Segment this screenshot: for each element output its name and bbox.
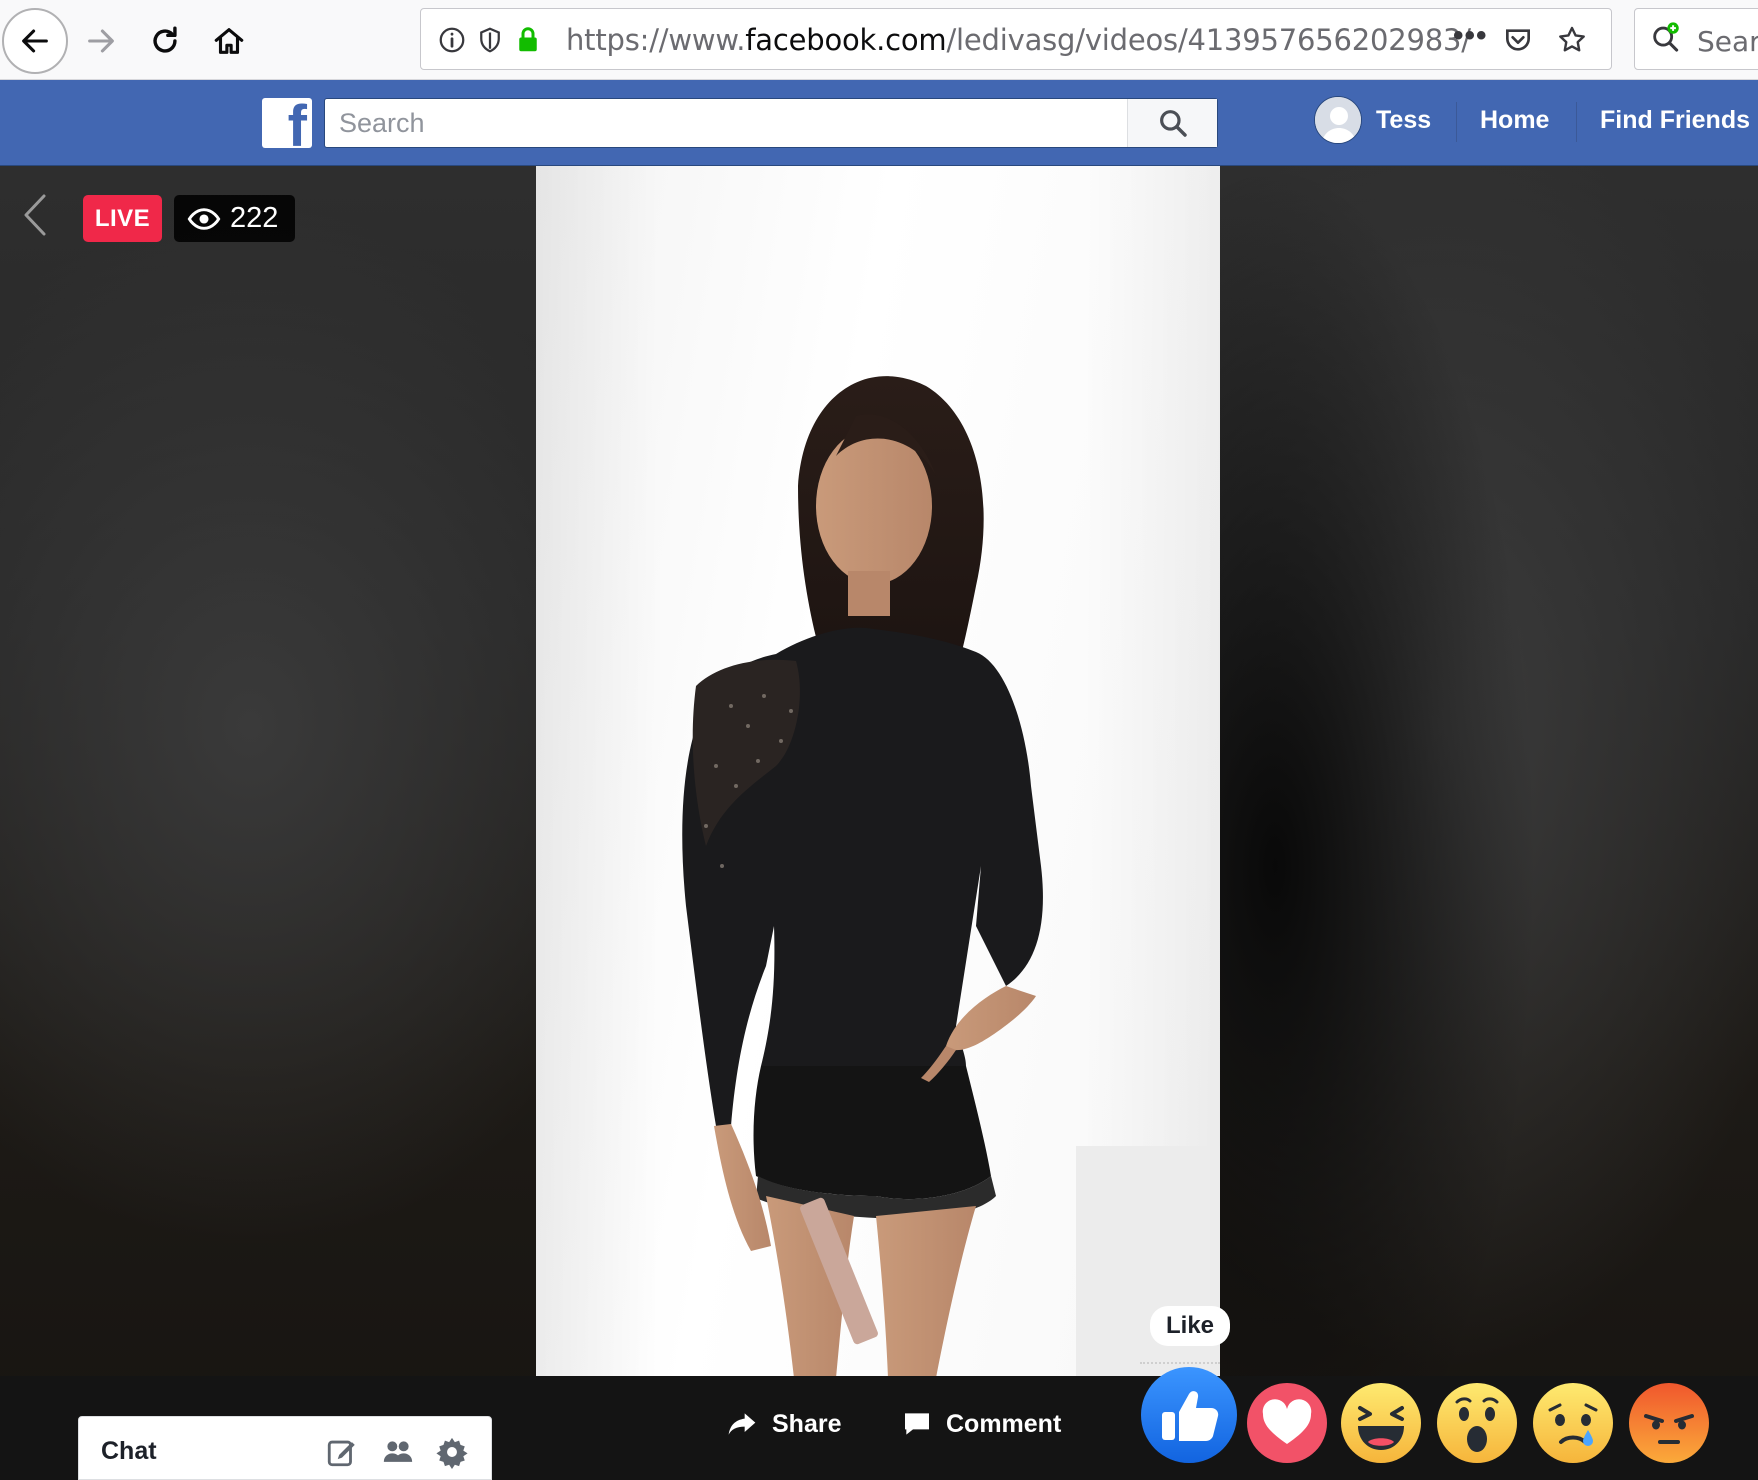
search-icon: [1159, 110, 1187, 137]
sad-icon: [1533, 1383, 1613, 1463]
share-label: Share: [772, 1409, 842, 1438]
presenter-figure-image: [682, 376, 1220, 1378]
nav-profile-name[interactable]: Tess: [1376, 106, 1431, 135]
chat-sidebar-tab[interactable]: Chat: [78, 1416, 492, 1480]
facebook-logo-letter: f: [287, 98, 307, 148]
pocket-icon[interactable]: [1501, 23, 1535, 57]
live-video-player[interactable]: [536, 166, 1220, 1378]
url-prefix: https://www.: [566, 23, 746, 57]
reaction-sad[interactable]: [1532, 1382, 1614, 1464]
browser-back-button[interactable]: [2, 8, 68, 74]
viewer-count-badge: 222: [174, 195, 295, 242]
reload-icon: [153, 26, 177, 53]
share-button[interactable]: Share: [724, 1398, 841, 1450]
facebook-header: f Tess Home Find Friends: [0, 80, 1758, 166]
browser-toolbar: https://www.facebook.com/ledivasg/videos…: [0, 0, 1758, 80]
nav-find-friends-link[interactable]: Find Friends: [1600, 106, 1750, 135]
comment-label: Comment: [946, 1409, 1062, 1438]
browser-home-button[interactable]: [196, 8, 262, 74]
love-icon: [1247, 1383, 1327, 1463]
browser-reload-button[interactable]: [132, 8, 198, 74]
browser-forward-button[interactable]: [68, 8, 134, 74]
compose-icon[interactable]: [325, 1435, 359, 1469]
tracking-shield-icon[interactable]: [473, 23, 507, 57]
search-engine-icon: [1649, 21, 1683, 55]
arrow-right-icon: [88, 29, 114, 53]
browser-search-placeholder: Searc: [1697, 25, 1758, 58]
facebook-search: [324, 98, 1218, 148]
angry-icon: [1629, 1383, 1709, 1463]
like-tooltip: Like: [1150, 1306, 1230, 1346]
browser-search-box[interactable]: Searc: [1634, 8, 1758, 70]
share-arrow-icon: [728, 1413, 756, 1435]
url-path: /ledivasg/videos/413957656202983/: [946, 23, 1471, 57]
facebook-logo[interactable]: f: [262, 98, 312, 148]
reaction-wow[interactable]: [1436, 1382, 1518, 1464]
stage-vignette: [1215, 166, 1758, 1376]
bookmark-star-icon[interactable]: [1555, 23, 1589, 57]
comment-bubble-icon: [905, 1413, 929, 1435]
nav-divider: [1576, 102, 1577, 142]
avatar[interactable]: [1314, 96, 1362, 144]
wow-icon: [1437, 1383, 1517, 1463]
facebook-search-input[interactable]: [325, 99, 1129, 147]
settings-gear-icon[interactable]: [435, 1435, 469, 1469]
default-avatar-icon: [1315, 97, 1361, 143]
page-actions-menu-button[interactable]: •••: [1453, 19, 1488, 53]
reaction-like[interactable]: [1140, 1366, 1238, 1464]
chat-label: Chat: [101, 1437, 157, 1465]
reaction-angry[interactable]: [1628, 1382, 1710, 1464]
reaction-haha[interactable]: [1340, 1382, 1422, 1464]
url-domain: facebook.com: [745, 23, 947, 57]
contacts-icon[interactable]: [381, 1435, 415, 1469]
secure-lock-icon[interactable]: [511, 23, 545, 57]
live-video-stage: LIVE 222: [0, 166, 1758, 1480]
address-bar[interactable]: https://www.facebook.com/ledivasg/videos…: [420, 8, 1612, 70]
url-text[interactable]: https://www.facebook.com/ledivasg/videos…: [566, 23, 1471, 57]
viewer-count: 222: [230, 202, 279, 234]
facebook-search-button[interactable]: [1127, 99, 1217, 147]
nav-home-link[interactable]: Home: [1480, 106, 1549, 135]
reaction-love[interactable]: [1246, 1382, 1328, 1464]
like-icon: [1141, 1367, 1237, 1463]
back-chevron-icon[interactable]: [14, 190, 54, 240]
live-badge: LIVE: [83, 195, 162, 242]
eye-icon: [187, 207, 221, 230]
home-icon: [214, 28, 244, 54]
site-info-icon[interactable]: [435, 23, 469, 57]
haha-icon: [1341, 1383, 1421, 1463]
comment-button[interactable]: Comment: [900, 1398, 1061, 1450]
nav-divider: [1456, 102, 1457, 142]
arrow-left-icon: [22, 29, 48, 53]
